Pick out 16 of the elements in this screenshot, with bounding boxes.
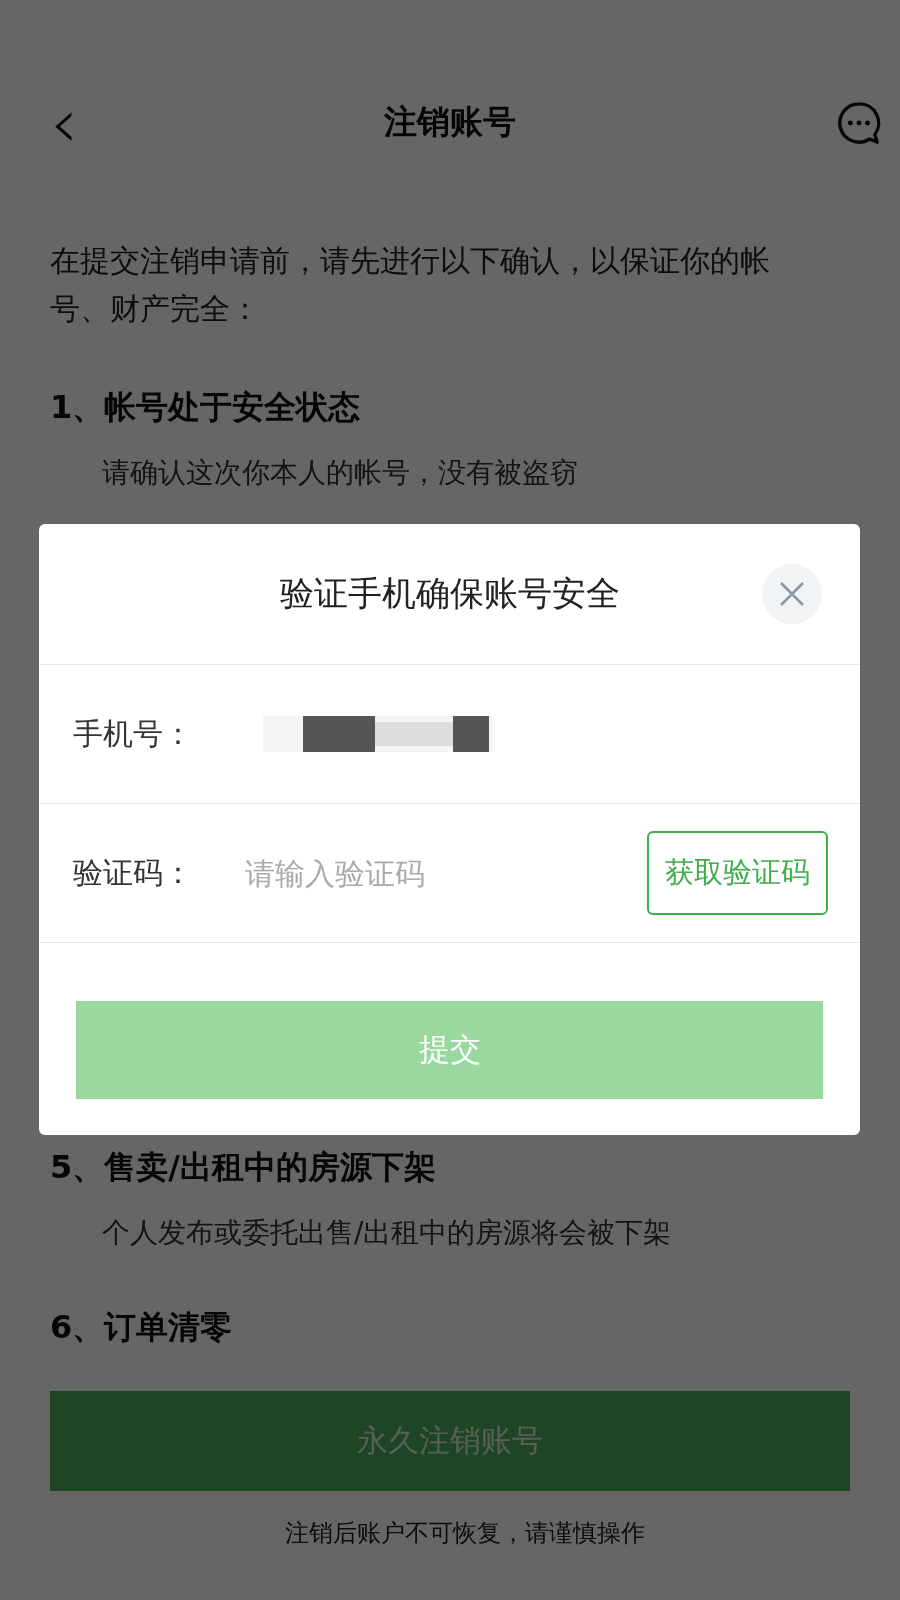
warning-note: 注销后账户不可恢复，请谨慎操作 bbox=[284, 1518, 646, 1549]
code-input[interactable]: 请输入验证码 bbox=[243, 854, 617, 892]
condition-title: 5、售卖/出租中的房源下架 bbox=[50, 1147, 437, 1188]
page-title: 注销账号 bbox=[383, 101, 517, 143]
condition-title: 6、订单清零 bbox=[50, 1307, 234, 1348]
dialog-title: 验证手机确保账号安全 bbox=[279, 572, 620, 615]
chat-icon[interactable] bbox=[836, 99, 882, 146]
condition-detail: 个人发布或委托出售/出租中的房源将会被下架 bbox=[101, 1215, 673, 1251]
code-label: 验证码： bbox=[73, 853, 194, 892]
back-button[interactable]: ‹ bbox=[40, 87, 88, 158]
intro-text: 在提交注销申请前，请先进行以下确认，以保证你的帐号、财产完全： bbox=[50, 242, 771, 328]
condition-detail: 请确认这次你本人的帐号，没有被盗窃 bbox=[101, 455, 579, 491]
condition-title: 1、帐号处于安全状态 bbox=[50, 387, 362, 428]
get-code-button[interactable]: 获取验证码 bbox=[647, 831, 828, 915]
close-icon[interactable] bbox=[762, 564, 822, 624]
phone-label: 手机号： bbox=[73, 714, 194, 753]
